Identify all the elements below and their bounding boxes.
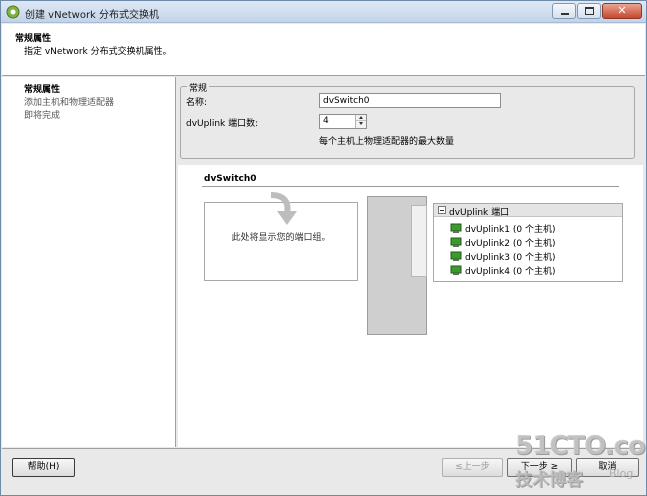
- uplink-label: dvUplink4 (0 个主机): [465, 266, 556, 277]
- network-adapter-icon: [450, 265, 462, 275]
- maximize-button[interactable]: [577, 3, 601, 19]
- uplink-label: dvUplink3 (0 个主机): [465, 252, 556, 263]
- maximize-icon: [585, 7, 594, 15]
- back-button[interactable]: ≤上一步: [442, 458, 503, 477]
- close-button[interactable]: ✕: [602, 3, 642, 19]
- watermark: 51CTO.com 技术博客 Blog: [509, 431, 647, 491]
- wizard-window: 创建 vNetwork 分布式交换机 ✕ 常规属性 指定 vNetwork 分布…: [0, 0, 647, 496]
- watermark-site: 51CTO.com: [515, 431, 647, 461]
- network-adapter-icon: [450, 237, 462, 247]
- network-adapter-icon: [450, 251, 462, 261]
- page-subtitle: 指定 vNetwork 分布式交换机属性。: [24, 47, 172, 57]
- close-icon: ✕: [617, 4, 627, 17]
- general-group-legend: 常规: [187, 81, 210, 94]
- uplink-row[interactable]: dvUplink1 (0 个主机): [450, 222, 556, 235]
- name-label: 名称:: [186, 98, 208, 108]
- chevron-down-icon: [359, 122, 363, 125]
- name-input[interactable]: [319, 93, 501, 108]
- uplink-ports-box: dvUplink 端口 dvUplink1 (0 个主机) dvUplink2 …: [433, 203, 623, 282]
- switch-preview: dvSwitch0 此处将显示您的端口组。 dvUplink 端口 dvUpli…: [178, 165, 643, 447]
- page-title: 常规属性: [15, 34, 52, 44]
- minimize-icon: [561, 13, 569, 15]
- watermark-blog: Blog: [609, 467, 634, 480]
- wizard-content: 常规 名称: dvUplink 端口数: 4 每个主机上物理适配器的最大数量 d…: [177, 77, 645, 447]
- minimize-button[interactable]: [552, 3, 576, 19]
- uplink-ports-value: 4: [323, 116, 329, 126]
- collapse-icon[interactable]: [438, 206, 446, 214]
- uplink-row[interactable]: dvUplink4 (0 个主机): [450, 264, 556, 277]
- step-add-hosts: 添加主机和物理适配器: [24, 98, 115, 108]
- window-controls: ✕: [552, 3, 642, 19]
- vmware-app-icon: [6, 5, 20, 19]
- wizard-header: 常规属性 指定 vNetwork 分布式交换机属性。: [2, 24, 645, 76]
- general-group: 常规 名称: dvUplink 端口数: 4 每个主机上物理适配器的最大数量: [180, 81, 635, 159]
- preview-title: dvSwitch0: [204, 174, 257, 184]
- stepper-buttons: [355, 115, 366, 128]
- title-bar[interactable]: 创建 vNetwork 分布式交换机 ✕: [1, 1, 646, 23]
- curved-arrow-icon: [270, 192, 297, 225]
- switch-body-graphic: [367, 196, 427, 335]
- step-general-properties[interactable]: 常规属性: [24, 82, 60, 95]
- stepper-down-button[interactable]: [356, 121, 366, 127]
- portgroup-placeholder-text: 此处将显示您的端口组。: [231, 233, 331, 243]
- uplink-ports-hint: 每个主机上物理适配器的最大数量: [319, 137, 455, 147]
- uplink-ports-stepper[interactable]: 4: [319, 114, 367, 129]
- switch-uplink-strip: [411, 205, 427, 277]
- uplink-row[interactable]: dvUplink3 (0 个主机): [450, 250, 556, 263]
- uplink-ports-title: dvUplink 端口: [449, 208, 510, 218]
- portgroup-placeholder-box: 此处将显示您的端口组。: [204, 192, 358, 281]
- chevron-up-icon: [359, 116, 363, 119]
- step-ready-to-complete: 即将完成: [24, 111, 61, 121]
- uplink-ports-label: dvUplink 端口数:: [186, 119, 259, 129]
- window-title: 创建 vNetwork 分布式交换机: [25, 10, 160, 21]
- network-adapter-icon: [450, 223, 462, 233]
- uplink-row[interactable]: dvUplink2 (0 个主机): [450, 236, 556, 249]
- uplink-ports-header[interactable]: dvUplink 端口: [434, 204, 622, 218]
- preview-divider: [202, 186, 619, 187]
- help-button[interactable]: 帮助(H): [12, 458, 75, 477]
- watermark-blog-cn: 技术博客: [515, 470, 583, 490]
- uplink-label: dvUplink2 (0 个主机): [465, 238, 556, 249]
- wizard-steps: 常规属性 添加主机和物理适配器 即将完成: [2, 77, 176, 447]
- uplink-label: dvUplink1 (0 个主机): [465, 224, 556, 235]
